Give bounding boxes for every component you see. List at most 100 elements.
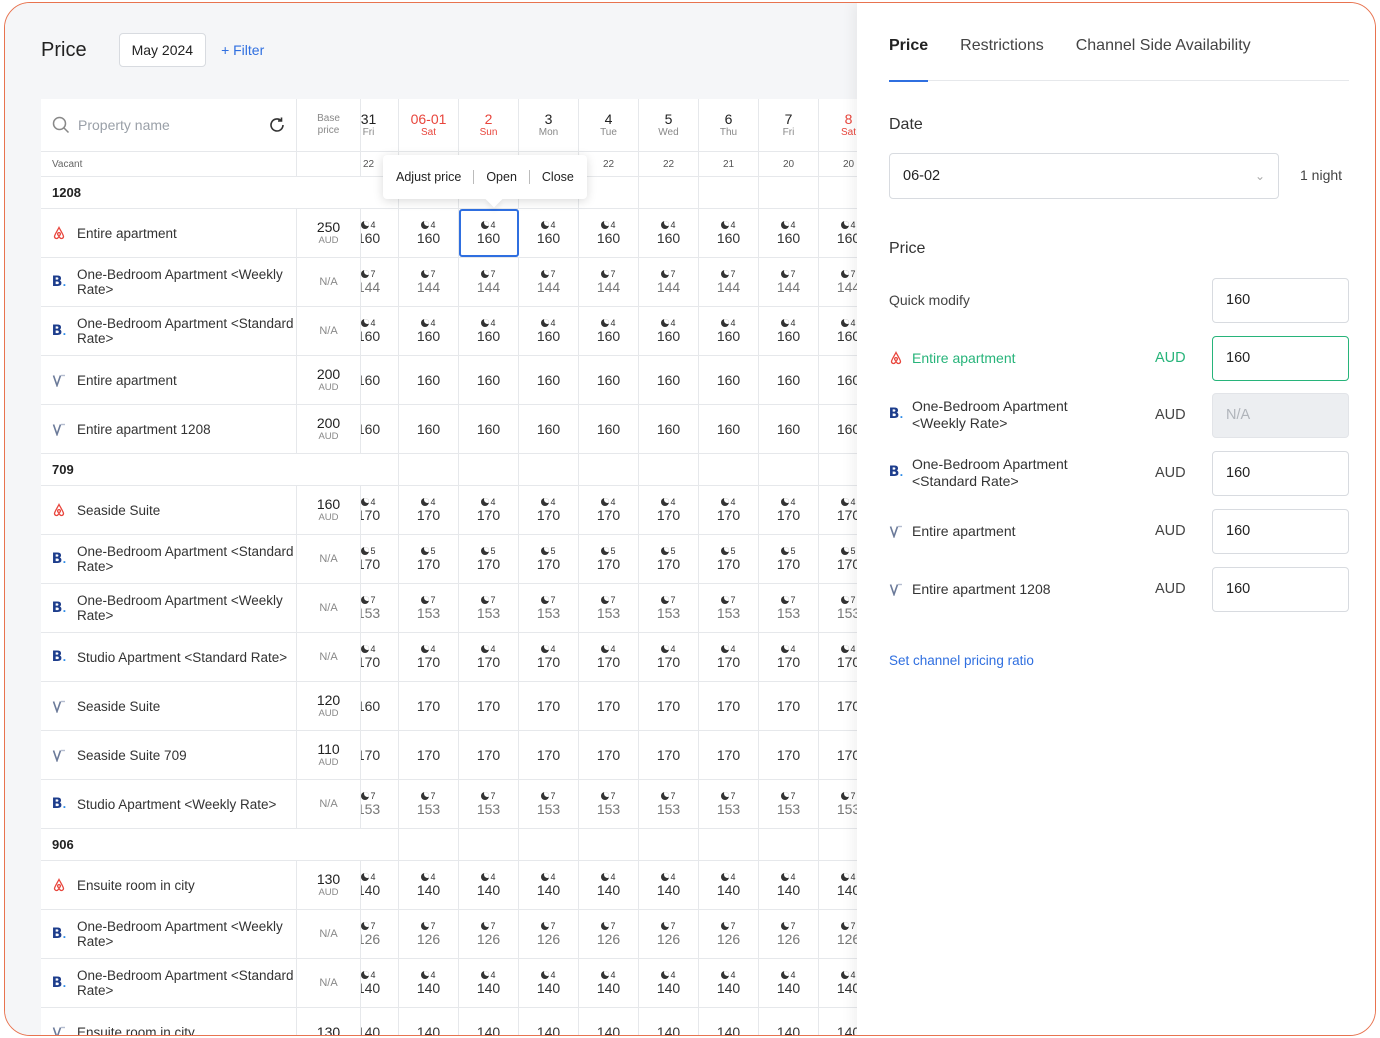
price-cell[interactable]: 140: [519, 1008, 579, 1035]
price-cell[interactable]: 170: [759, 682, 819, 730]
date-header[interactable]: 31 Fri: [361, 99, 399, 151]
price-cell[interactable]: 160: [519, 356, 579, 404]
price-cell[interactable]: 4160: [639, 307, 699, 355]
price-cell[interactable]: 7126: [639, 910, 699, 958]
price-cell[interactable]: 4170: [819, 486, 857, 534]
set-channel-pricing-ratio-link[interactable]: Set channel pricing ratio: [889, 653, 1034, 668]
price-cell[interactable]: 170: [579, 682, 639, 730]
price-cell[interactable]: 7126: [361, 910, 399, 958]
price-cell[interactable]: 7144: [459, 258, 519, 306]
date-header[interactable]: 2 Sun: [459, 99, 519, 151]
date-header[interactable]: 3 Mon: [519, 99, 579, 151]
price-cell[interactable]: 7126: [399, 910, 459, 958]
price-cell[interactable]: 4160: [699, 209, 759, 257]
price-cell[interactable]: 4140: [459, 861, 519, 909]
price-cell[interactable]: 4140: [361, 959, 399, 1007]
price-cell[interactable]: 7153: [699, 584, 759, 632]
price-cell[interactable]: 160: [579, 356, 639, 404]
price-cell[interactable]: 160: [519, 405, 579, 453]
price-cell[interactable]: 160: [459, 405, 519, 453]
price-cell[interactable]: 160: [639, 356, 699, 404]
price-cell[interactable]: 7153: [699, 780, 759, 828]
price-cell[interactable]: 4140: [459, 959, 519, 1007]
price-cell[interactable]: 7153: [759, 584, 819, 632]
price-cell[interactable]: 7126: [579, 910, 639, 958]
price-cell[interactable]: 170: [699, 731, 759, 779]
price-cell[interactable]: 170: [819, 682, 857, 730]
price-cell[interactable]: 4160: [361, 209, 399, 257]
price-cell[interactable]: 7126: [759, 910, 819, 958]
close-button[interactable]: Close: [542, 170, 574, 184]
date-header[interactable]: 5 Wed: [639, 99, 699, 151]
price-cell[interactable]: 5170: [699, 535, 759, 583]
price-cell[interactable]: 5170: [759, 535, 819, 583]
price-cell[interactable]: 7144: [579, 258, 639, 306]
price-cell[interactable]: 4160: [459, 209, 519, 257]
price-cell[interactable]: 4170: [759, 633, 819, 681]
price-cell[interactable]: 4160: [639, 209, 699, 257]
price-cell[interactable]: 7126: [699, 910, 759, 958]
price-cell[interactable]: 4140: [759, 861, 819, 909]
price-cell[interactable]: 4140: [399, 861, 459, 909]
price-cell[interactable]: 7144: [819, 258, 857, 306]
price-cell[interactable]: 7153: [399, 780, 459, 828]
tab-restrictions[interactable]: Restrictions: [960, 31, 1044, 81]
price-cell[interactable]: 7144: [699, 258, 759, 306]
date-header[interactable]: 4 Tue: [579, 99, 639, 151]
price-cell[interactable]: 170: [639, 731, 699, 779]
price-cell[interactable]: 170: [519, 731, 579, 779]
price-cell[interactable]: 160: [361, 356, 399, 404]
price-cell[interactable]: 7153: [639, 780, 699, 828]
price-cell[interactable]: 160: [361, 682, 399, 730]
price-cell[interactable]: 160: [759, 356, 819, 404]
price-cell[interactable]: 7144: [361, 258, 399, 306]
price-cell[interactable]: 7126: [819, 910, 857, 958]
price-cell[interactable]: 170: [639, 682, 699, 730]
adjust-price-button[interactable]: Adjust price: [396, 170, 461, 184]
price-cell[interactable]: 140: [399, 1008, 459, 1035]
price-cell[interactable]: 7153: [819, 780, 857, 828]
price-cell[interactable]: 170: [759, 731, 819, 779]
property-search[interactable]: Property name: [52, 116, 296, 134]
price-cell[interactable]: 160: [639, 405, 699, 453]
price-cell[interactable]: 140: [699, 1008, 759, 1035]
price-cell[interactable]: 7144: [759, 258, 819, 306]
filter-button[interactable]: + Filter: [221, 42, 264, 58]
price-cell[interactable]: 5170: [361, 535, 399, 583]
price-cell[interactable]: 4160: [459, 307, 519, 355]
price-cell[interactable]: 7126: [459, 910, 519, 958]
price-cell[interactable]: 7153: [759, 780, 819, 828]
price-cell[interactable]: 160: [819, 405, 857, 453]
price-cell[interactable]: 5170: [459, 535, 519, 583]
price-cell[interactable]: 170: [519, 682, 579, 730]
date-header[interactable]: 06-01 Sat: [399, 99, 459, 151]
channel-price-input[interactable]: 160: [1212, 450, 1349, 496]
date-select[interactable]: 06-02 ⌄: [889, 153, 1279, 199]
channel-price-input[interactable]: 160: [1212, 566, 1349, 612]
price-cell[interactable]: 160: [361, 405, 399, 453]
price-cell[interactable]: 4140: [699, 861, 759, 909]
price-cell[interactable]: 7153: [399, 584, 459, 632]
price-cell[interactable]: 4140: [519, 861, 579, 909]
date-header[interactable]: 7 Fri: [759, 99, 819, 151]
price-cell[interactable]: 140: [459, 1008, 519, 1035]
price-cell[interactable]: 4160: [399, 307, 459, 355]
channel-price-input[interactable]: 160: [1212, 335, 1349, 381]
price-cell[interactable]: 4160: [579, 307, 639, 355]
price-cell[interactable]: 4140: [699, 959, 759, 1007]
price-cell[interactable]: 4170: [639, 486, 699, 534]
price-cell[interactable]: 5170: [819, 535, 857, 583]
quick-modify-input[interactable]: 160: [1212, 277, 1349, 323]
price-cell[interactable]: 7153: [519, 584, 579, 632]
price-cell[interactable]: 4170: [639, 633, 699, 681]
price-cell[interactable]: 170: [699, 682, 759, 730]
price-cell[interactable]: 160: [699, 405, 759, 453]
price-cell[interactable]: 4160: [361, 307, 399, 355]
price-cell[interactable]: 4170: [519, 633, 579, 681]
price-cell[interactable]: 160: [459, 356, 519, 404]
price-cell[interactable]: 160: [819, 356, 857, 404]
price-cell[interactable]: 160: [759, 405, 819, 453]
price-cell[interactable]: 4170: [519, 486, 579, 534]
price-cell[interactable]: 4170: [399, 633, 459, 681]
price-cell[interactable]: 4170: [759, 486, 819, 534]
